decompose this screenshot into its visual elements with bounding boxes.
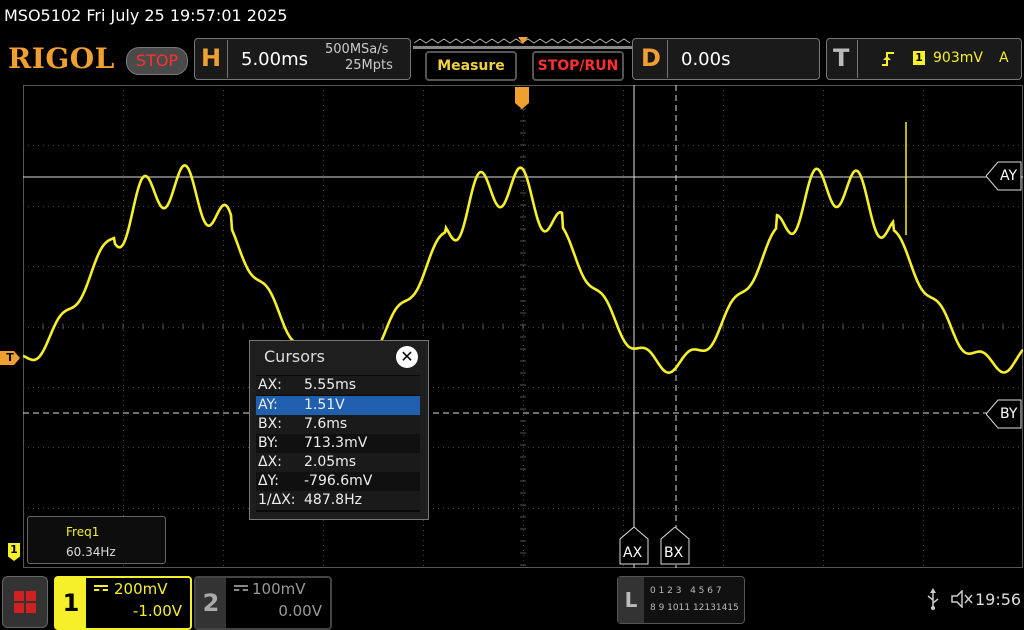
cursor-row-ay[interactable]: AY: 1.51V (256, 396, 420, 415)
waveform-display[interactable] (23, 85, 1023, 568)
row-key: ΔY: (258, 473, 279, 489)
horizontal-letter: H (201, 44, 222, 72)
ch1-waveform (23, 164, 1023, 375)
clock: 19:56 (975, 590, 1022, 609)
run-status-button[interactable]: STOP (126, 47, 188, 75)
trigger-mode: A (999, 50, 1009, 66)
measurement-value: 60.34Hz (66, 545, 116, 559)
ch1-offset-marker[interactable]: 1 (8, 543, 20, 561)
ay-cursor-label[interactable]: AY (986, 161, 1022, 191)
rising-edge-icon (882, 52, 894, 66)
trigger-position-strip (413, 37, 635, 49)
delay-panel[interactable]: D 0.00s (632, 38, 820, 80)
logic-channels-row1: 0 1 2 3 4 5 6 7 (650, 586, 722, 596)
grid-menu-icon (14, 591, 36, 613)
speaker-muted-icon[interactable] (950, 590, 974, 608)
logic-channels-row2: 8 9 1011 12131415 (650, 603, 739, 613)
logic-panel[interactable]: L 0 1 2 3 4 5 6 7 8 9 1011 12131415 (617, 576, 745, 624)
title-bar: MSO5102 Fri July 25 19:57:01 2025 (0, 0, 1024, 34)
trigger-letter: T (833, 44, 850, 72)
ch2-panel[interactable]: 2 100mV 0.00V (194, 576, 332, 630)
row-value: 713.3mV (304, 435, 368, 451)
row-value: 7.6ms (304, 416, 348, 432)
by-label-text: BY (1000, 406, 1018, 422)
cursor-row-dy[interactable]: ΔY: -796.6mV (256, 472, 420, 491)
logic-letter: L (618, 577, 644, 623)
dc-coupling-icon (234, 583, 250, 593)
row-key: BY: (258, 435, 279, 451)
trigger-level: 903mV (933, 50, 983, 66)
row-key: 1/ΔX: (258, 492, 296, 508)
bx-label-text: BX (664, 545, 684, 561)
delay-letter: D (641, 44, 661, 72)
usb-icon (927, 588, 939, 610)
divider (667, 40, 668, 78)
delay-value: 0.00s (681, 49, 731, 70)
trigger-time-marker (515, 87, 529, 109)
stop-run-button[interactable]: STOP/RUN (532, 51, 624, 81)
row-key: ΔX: (258, 454, 282, 470)
by-cursor-label[interactable]: BY (986, 399, 1022, 429)
measurement-box[interactable]: Freq1 60.34Hz (27, 516, 166, 564)
cursors-window[interactable]: Cursors ✕ AX: 5.55ms AY: 1.51V BX: 7.6ms BY… (249, 340, 429, 520)
row-key: AX: (258, 377, 282, 393)
ax-cursor-label[interactable]: AX (619, 527, 649, 565)
ch1-number: 1 (56, 578, 86, 628)
device-title: MSO5102 Fri July 25 19:57:01 2025 (4, 6, 288, 25)
row-key: BX: (258, 416, 282, 432)
close-icon[interactable]: ✕ (396, 346, 418, 368)
navigation-button[interactable] (2, 576, 48, 628)
ch2-offset: 0.00V (278, 602, 322, 620)
cursor-row-by[interactable]: BY: 713.3mV (256, 434, 420, 453)
trigger-level-marker[interactable]: T (0, 351, 20, 365)
horizontal-panel[interactable]: H 5.00ms 500MSa/s 25Mpts (194, 38, 411, 80)
cursor-row-dx[interactable]: ΔX: 2.05ms (256, 453, 420, 472)
bx-cursor-label[interactable]: BX (660, 527, 690, 565)
row-value: 1.51V (304, 397, 345, 413)
ch1-offset: -1.00V (132, 602, 182, 620)
sample-rate: 500MSa/s (325, 42, 389, 57)
trigger-source-badge: 1 (913, 51, 925, 65)
timebase-value: 5.00ms (241, 49, 308, 70)
ch2-scale: 100mV (252, 580, 306, 598)
measure-button[interactable]: Measure (425, 51, 517, 81)
ch1-panel[interactable]: 1 200mV -1.00V (54, 576, 192, 630)
cursor-row-bx[interactable]: BX: 7.6ms (256, 415, 420, 434)
trigger-panel[interactable]: T 1 903mV A (826, 38, 1022, 80)
divider (227, 40, 228, 78)
dc-coupling-icon (94, 583, 110, 593)
row-key: AY: (258, 397, 278, 413)
cursor-row-inv-dx[interactable]: 1/ΔX: 487.8Hz (256, 491, 420, 510)
row-value: 5.55ms (304, 377, 357, 393)
ax-label-text: AX (623, 545, 643, 561)
ch2-number: 2 (196, 578, 226, 628)
measurement-name: Freq1 (66, 525, 100, 539)
divider (857, 40, 858, 78)
cursor-readout-table: AX: 5.55ms AY: 1.51V BX: 7.6ms BY: 713.3mV Δ… (256, 375, 420, 512)
ay-label-text: AY (1000, 168, 1018, 184)
memory-depth: 25Mpts (345, 58, 393, 73)
ch1-scale: 200mV (114, 580, 168, 598)
row-value: -796.6mV (304, 473, 373, 489)
cursors-window-title: Cursors (264, 347, 325, 366)
row-value: 487.8Hz (304, 492, 362, 508)
row-value: 2.05ms (304, 454, 357, 470)
cursor-row-ax[interactable]: AX: 5.55ms (256, 376, 420, 395)
brand-logo: RIGOL (8, 42, 115, 75)
